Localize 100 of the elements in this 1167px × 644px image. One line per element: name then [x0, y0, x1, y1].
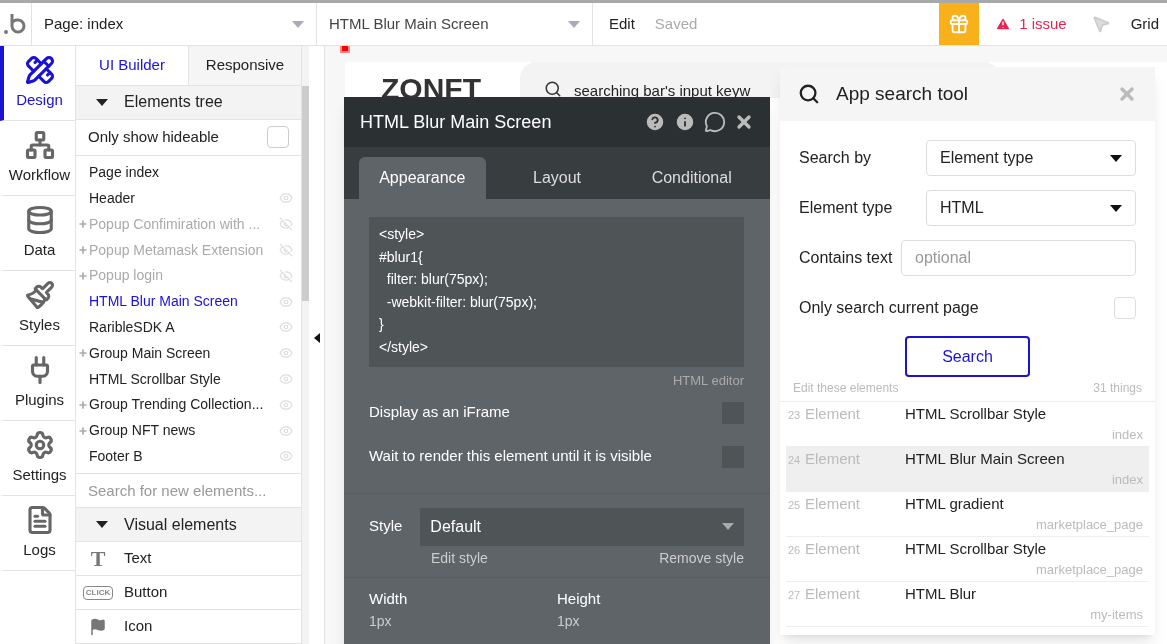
row-name: HTML Scrollbar Style — [905, 404, 1047, 424]
panel-title: HTML Blur Main Screen — [360, 110, 552, 134]
sidebar-tab[interactable]: Styles — [0, 271, 75, 346]
element-type-item[interactable]: Button — [124, 581, 168, 604]
row-type: Element — [805, 404, 862, 424]
row-page: marketplace_page — [1036, 515, 1143, 534]
sidebar-tab[interactable]: Plugins — [0, 346, 75, 421]
page-dropdown[interactable]: Page: index — [32, 3, 317, 45]
tree-item[interactable]: HTML Scrollbar Style — [76, 366, 301, 392]
editor-tab[interactable]: Layout — [493, 157, 621, 199]
plus-icon — [77, 399, 88, 410]
caret-icon — [568, 20, 580, 28]
row-page: my-items — [1090, 605, 1143, 624]
option-label: Only show hideable — [88, 127, 219, 148]
comment-icon[interactable] — [704, 111, 726, 133]
row-name: HTML Blur Main Screen — [905, 449, 1065, 469]
sidebar-tab[interactable]: Logs — [0, 496, 75, 571]
text-icon: T — [90, 542, 106, 576]
search-field[interactable]: Search for new elements... — [76, 474, 301, 509]
element-type-item[interactable]: Text — [124, 547, 152, 570]
sidebar-tab[interactable]: Workflow — [0, 121, 75, 196]
tree-item[interactable]: Group Trending Collection... — [76, 391, 301, 418]
panel-tab[interactable]: Responsive — [188, 46, 301, 85]
field-label: Style — [369, 516, 403, 537]
results-count: 31 things — [1093, 380, 1142, 397]
editor-tab[interactable]: Conditional — [628, 157, 755, 199]
tree-item[interactable]: Group NFT news — [76, 417, 301, 444]
field-label: Contains text — [799, 248, 894, 268]
gift-icon — [948, 13, 971, 35]
row-type: Element — [805, 494, 862, 514]
section-header[interactable]: Elements tree — [76, 85, 301, 120]
row-number: 27 — [788, 588, 802, 603]
sidebar-tab[interactable]: Data — [0, 196, 75, 271]
issues-button[interactable]: 1 issue — [979, 3, 1083, 45]
row-name: HTML Scrollbar Style — [905, 539, 1047, 559]
element-type-item[interactable]: Icon — [124, 615, 153, 638]
tree-item[interactable]: Footer B — [76, 443, 301, 470]
hierarchy-icon — [24, 129, 55, 160]
tree-item[interactable]: Group Main Screen — [76, 340, 301, 367]
element-dropdown[interactable]: HTML Blur Main Screen — [317, 3, 593, 45]
field-value[interactable]: 1px — [369, 611, 557, 630]
eye-icon — [279, 294, 293, 309]
search-button[interactable]: Search — [905, 336, 1030, 377]
code-editor[interactable]: <style> #blur1{ filter: blur(75px); -webkit-filter: blur(75px); } </style> — [369, 217, 744, 367]
plus-icon — [77, 425, 88, 436]
text-field[interactable]: optional — [901, 240, 1136, 276]
field-value[interactable]: 1px — [557, 611, 745, 630]
editor-tab[interactable]: Appearance — [359, 157, 486, 199]
gift-button[interactable] — [939, 3, 980, 45]
save-status: Saved — [654, 13, 698, 34]
option-label: Only search current page — [799, 298, 979, 318]
checkbox[interactable] — [1114, 297, 1136, 319]
scrollbar-thumb[interactable] — [302, 86, 309, 301]
flag-icon — [89, 617, 107, 636]
settings-icon — [24, 429, 55, 460]
close-icon[interactable] — [734, 112, 754, 132]
button-icon: CLICK — [82, 585, 114, 600]
plus-icon — [77, 245, 88, 256]
pointer-icon[interactable] — [1090, 14, 1111, 34]
style-dropdown[interactable]: Default — [420, 507, 744, 546]
caret-icon — [1110, 204, 1122, 212]
paintbrush-icon — [24, 279, 55, 310]
eye-off-icon — [279, 217, 293, 232]
info-icon[interactable] — [674, 111, 696, 133]
field-label: Width — [369, 589, 409, 608]
caret-icon — [1110, 154, 1122, 162]
row-type: Element — [805, 539, 862, 559]
help-icon[interactable] — [644, 111, 666, 133]
warning-icon — [995, 16, 1012, 32]
grid-menu[interactable]: Grid — [1118, 3, 1167, 45]
search-icon — [798, 83, 820, 105]
field-label: Search by — [799, 148, 873, 168]
tree-item[interactable]: Page index — [76, 159, 301, 186]
caret-icon — [96, 521, 108, 529]
row-number: 23 — [788, 408, 802, 423]
results-caption: Edit these elements — [793, 380, 899, 397]
database-icon — [24, 204, 55, 235]
row-page: marketplace_page — [1036, 560, 1143, 579]
edit-style-link[interactable]: Edit style — [431, 547, 488, 569]
sidebar-tab[interactable]: Settings — [0, 421, 75, 496]
section-header[interactable]: Visual elements — [76, 508, 301, 543]
remove-style-link[interactable]: Remove style — [659, 547, 744, 569]
row-number: 26 — [788, 543, 802, 558]
tree-item[interactable]: HTML Blur Main Screen — [76, 288, 301, 315]
option-label: Display as an iFrame — [369, 402, 510, 423]
plus-icon — [77, 219, 88, 230]
tree-item[interactable]: Header — [76, 185, 301, 212]
eye-icon — [279, 397, 293, 412]
eye-off-icon — [279, 243, 293, 258]
checkbox[interactable] — [267, 126, 289, 149]
eye-off-icon — [279, 268, 293, 283]
eye-icon — [279, 191, 293, 206]
marker-icon — [340, 46, 350, 53]
tree-item[interactable]: RaribleSDK A — [76, 314, 301, 341]
eye-icon — [279, 346, 293, 361]
select-field[interactable]: Element type — [926, 140, 1136, 176]
select-field[interactable]: HTML — [926, 190, 1136, 226]
collapse-arrow-icon[interactable] — [313, 333, 320, 343]
edit-menu[interactable]: Edit — [609, 12, 635, 36]
caret-icon — [96, 98, 108, 106]
